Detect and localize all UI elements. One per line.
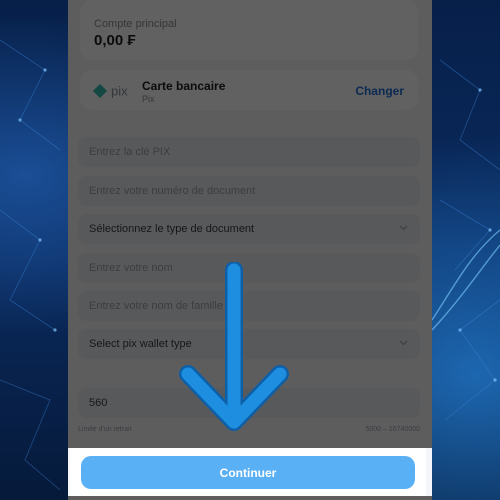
document-type-select[interactable]: Sélectionnez le type de document xyxy=(78,214,420,244)
continue-button[interactable]: Continuer xyxy=(81,456,415,489)
continue-button-highlight: Continuer xyxy=(70,448,426,496)
wallet-type-label: Select pix wallet type xyxy=(89,338,192,350)
dim-overlay-bottom xyxy=(68,496,432,500)
pix-key-input[interactable]: Entrez la clé PIX xyxy=(78,137,420,167)
account-balance-card: Compte principal 0,00 ₣ xyxy=(80,0,418,60)
account-label: Compte principal xyxy=(94,18,177,30)
down-arrow-icon xyxy=(179,262,289,431)
chevron-down-icon xyxy=(399,225,408,231)
withdrawal-limit-value: 5000 – 16740000 xyxy=(365,426,421,433)
account-balance: 0,00 ₣ xyxy=(94,32,136,49)
pix-logo-text: pix xyxy=(111,84,128,99)
payment-method-subtitle: Pix xyxy=(142,94,155,104)
pix-logo-icon: pix xyxy=(92,83,136,104)
chevron-down-icon xyxy=(399,340,408,346)
change-payment-method-button[interactable]: Changer xyxy=(355,84,404,98)
payment-method-card[interactable]: pix Carte bancaire Pix Changer xyxy=(80,70,418,110)
payment-method-title: Carte bancaire xyxy=(142,79,226,93)
withdrawal-limit-label: Limite d'un retrait xyxy=(78,426,132,433)
document-type-label: Sélectionnez le type de document xyxy=(89,223,255,235)
document-number-input[interactable]: Entrez votre numéro de document xyxy=(78,176,420,206)
